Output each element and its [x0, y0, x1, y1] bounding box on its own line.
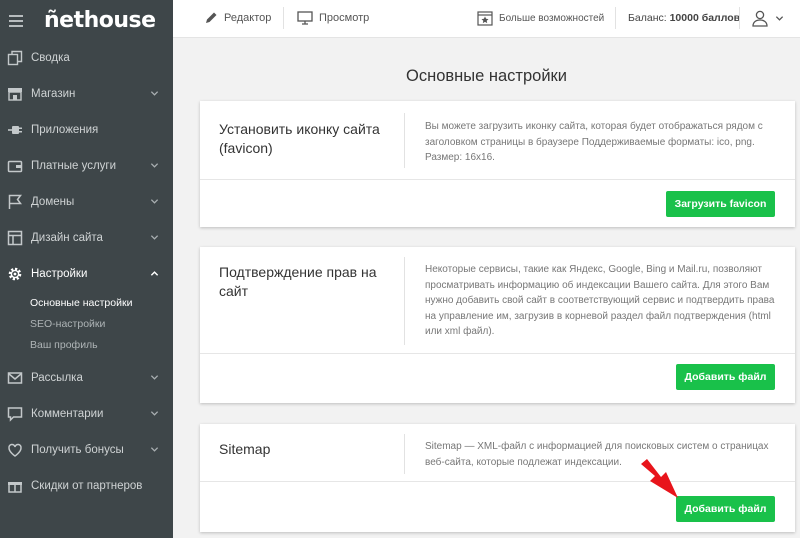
- chevron-down-icon: [150, 199, 159, 204]
- divider: [739, 7, 740, 29]
- top-bar: Редактор Просмотр Больше возможностей Ба…: [173, 0, 800, 38]
- sidebar-item-domains[interactable]: Домены: [0, 184, 173, 220]
- sidebar-item-comments[interactable]: Комментарии: [0, 396, 173, 432]
- card-description: Sitemap — XML-файл с информацией для пои…: [425, 441, 769, 468]
- chevron-down-icon: [150, 411, 159, 416]
- preview-button[interactable]: Просмотр: [297, 0, 369, 36]
- submenu-item-profile[interactable]: Ваш профиль: [0, 334, 173, 355]
- sidebar-item-label: Скидки от партнеров: [31, 480, 143, 492]
- chevron-up-icon: [150, 271, 159, 276]
- sidebar-item-label: Дизайн сайта: [31, 232, 103, 244]
- card-header: Sitemap Sitemap — XML-файл с информацией…: [200, 424, 795, 482]
- favicon-card: Установить иконку сайта (favicon) Вы мож…: [200, 101, 795, 227]
- card-header: Установить иконку сайта (favicon) Вы мож…: [200, 101, 795, 180]
- card-description: Вы можете загрузить иконку сайта, котора…: [425, 121, 763, 163]
- sidebar-item-settings[interactable]: Настройки: [0, 256, 173, 292]
- gift-icon: [7, 478, 23, 494]
- submenu-item-seo-settings[interactable]: SEO-настройки: [0, 313, 173, 334]
- menu-icon[interactable]: [9, 14, 23, 27]
- more-features-label: Больше возможностей: [499, 12, 605, 24]
- user-icon: [752, 10, 768, 27]
- sitemap-card: Sitemap Sitemap — XML-файл с информацией…: [200, 424, 795, 532]
- card-description: Некоторые сервисы, такие как Яндекс, Goo…: [425, 264, 775, 337]
- editor-label: Редактор: [224, 12, 272, 24]
- more-features-button[interactable]: Больше возможностей: [477, 0, 604, 36]
- sidebar-item-label: Настройки: [31, 268, 88, 280]
- sidebar-header: ñethouse: [0, 0, 173, 40]
- card-header: Подтверждение прав на сайт Некоторые сер…: [200, 247, 795, 354]
- store-icon: [7, 86, 23, 102]
- star-window-icon: [477, 10, 493, 26]
- balance-display[interactable]: Баланс: 10000 баллов: [628, 0, 740, 36]
- mail-icon: [7, 370, 23, 386]
- card-title: Подтверждение прав на сайт: [219, 264, 377, 299]
- divider: [615, 7, 616, 29]
- sidebar-item-paid-services[interactable]: Платные услуги: [0, 148, 173, 184]
- sidebar-item-label: Сводка: [31, 52, 70, 64]
- sidebar-item-apps[interactable]: Приложения: [0, 112, 173, 148]
- add-verification-file-button[interactable]: Добавить файл: [676, 364, 775, 390]
- page-title: Основные настройки: [406, 67, 567, 85]
- divider: [404, 434, 405, 474]
- divider: [283, 7, 284, 29]
- monitor-icon: [297, 11, 313, 25]
- sidebar-item-label: Рассылка: [31, 372, 83, 384]
- chevron-down-icon: [150, 375, 159, 380]
- gear-icon: [7, 266, 23, 282]
- sidebar-item-site-design[interactable]: Дизайн сайта: [0, 220, 173, 256]
- pencil-icon: [206, 12, 217, 23]
- card-title: Sitemap: [219, 441, 271, 457]
- chevron-down-icon: [775, 15, 784, 21]
- sidebar-item-label: Домены: [31, 196, 75, 208]
- preview-label: Просмотр: [319, 12, 370, 24]
- user-menu[interactable]: [751, 0, 790, 36]
- add-sitemap-file-button[interactable]: Добавить файл: [676, 496, 775, 522]
- flag-icon: [7, 194, 23, 210]
- wallet-icon: [7, 158, 23, 174]
- sidebar-item-bonuses[interactable]: Получить бонусы: [0, 432, 173, 468]
- chevron-down-icon: [150, 235, 159, 240]
- site-verification-card: Подтверждение прав на сайт Некоторые сер…: [200, 247, 795, 403]
- divider: [404, 257, 405, 345]
- sidebar-item-store[interactable]: Магазин: [0, 76, 173, 112]
- layout-icon: [7, 230, 23, 246]
- balance-prefix: Баланс:: [628, 12, 667, 24]
- sidebar-item-label: Комментарии: [31, 408, 104, 420]
- sidebar-item-label: Платные услуги: [31, 160, 117, 172]
- card-title: Установить иконку сайта (favicon): [219, 121, 380, 156]
- copy-icon: [7, 50, 23, 66]
- sidebar-item-mailing[interactable]: Рассылка: [0, 360, 173, 396]
- sidebar-item-label: Получить бонусы: [31, 444, 124, 456]
- sidebar-item-partner-discounts[interactable]: Скидки от партнеров: [0, 468, 173, 504]
- heart-icon: [7, 442, 23, 458]
- upload-favicon-button[interactable]: Загрузить favicon: [666, 191, 775, 217]
- submenu-item-main-settings[interactable]: Основные настройки: [0, 292, 173, 313]
- comment-icon: [7, 406, 23, 422]
- chevron-down-icon: [150, 163, 159, 168]
- divider: [404, 113, 405, 168]
- red-arrow-annotation: [641, 459, 678, 498]
- sidebar-item-label: Магазин: [31, 88, 76, 100]
- plug-icon: [7, 122, 23, 138]
- logo[interactable]: ñethouse: [44, 8, 156, 33]
- balance-value: 10000 баллов: [669, 12, 741, 24]
- sidebar: ñethouse Сводка Магазин Приложения Платн…: [0, 0, 173, 538]
- editor-button[interactable]: Редактор: [204, 0, 271, 36]
- sidebar-item-label: Приложения: [31, 124, 99, 136]
- sidebar-item-summary[interactable]: Сводка: [0, 40, 173, 76]
- chevron-down-icon: [150, 91, 159, 96]
- chevron-down-icon: [150, 447, 159, 452]
